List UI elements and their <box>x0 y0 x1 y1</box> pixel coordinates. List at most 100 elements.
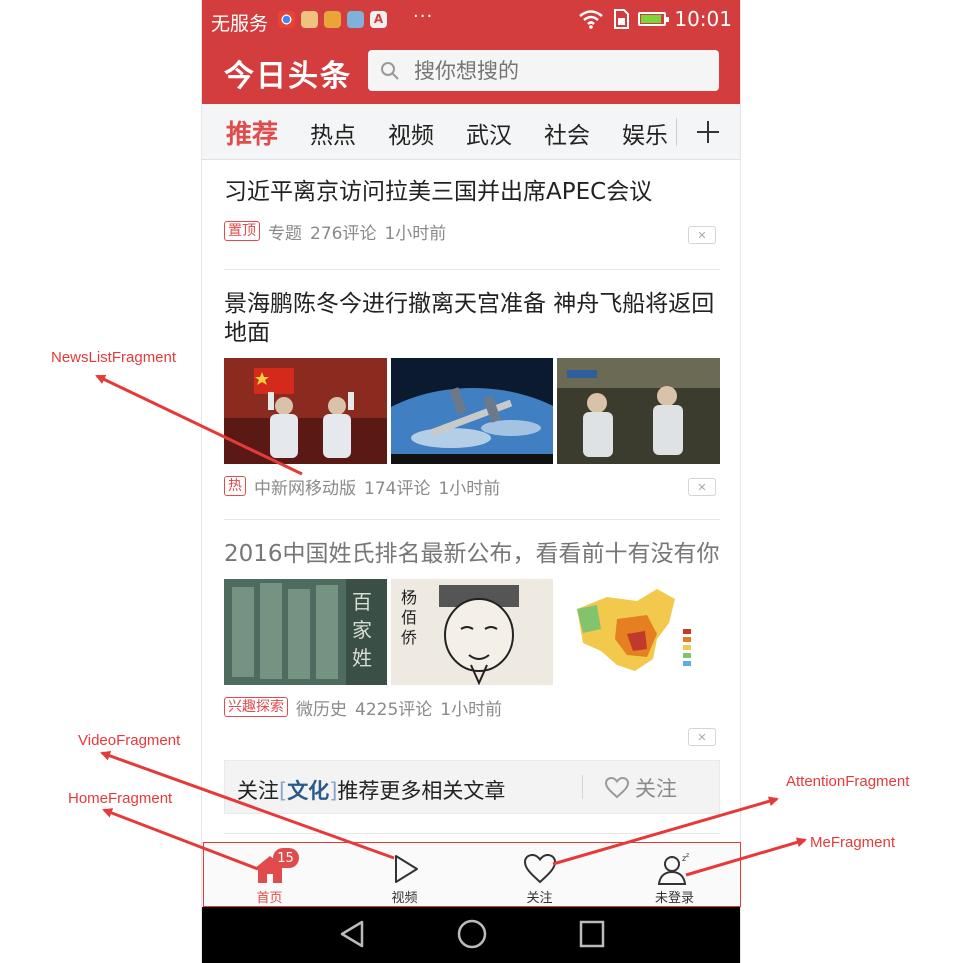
bottom-navigation: 15 首页 视频 关注 z z 未登录 <box>202 842 740 908</box>
heart-icon-wrap <box>523 852 556 885</box>
news-item[interactable]: 习近平离京访问拉美三国并出席APEC会议 置顶 专题 276评论 1小时前 ✕ <box>224 178 720 244</box>
china-surname-map-image <box>557 579 721 685</box>
interest-tag: 兴趣探索 <box>224 697 288 717</box>
recents-icon[interactable] <box>578 919 606 949</box>
dismiss-button[interactable]: ✕ <box>688 226 716 244</box>
news-comments: 4225评论 <box>355 699 433 720</box>
news-source: 微历史 <box>296 699 347 720</box>
more-notifications: ··· <box>413 6 434 27</box>
follow-button[interactable]: 关注 <box>605 773 677 803</box>
dismiss-button[interactable]: ✕ <box>688 728 716 746</box>
svg-text:侨: 侨 <box>401 628 417 647</box>
svg-text:杨: 杨 <box>401 588 417 607</box>
nav-me-label: 未登录 <box>654 891 694 906</box>
nav-home[interactable]: 15 首页 <box>202 843 337 908</box>
svg-text:姓: 姓 <box>352 646 372 670</box>
status-bar: 无服务 A ··· 10:01 <box>202 0 740 42</box>
phone-screen: 无服务 A ··· 10:01 今日头条 搜你想搜的 推荐 热点 视频 武汉 社… <box>201 0 741 963</box>
follow-topic-bar: 关注[文化]推荐更多相关文章 关注 <box>224 760 720 814</box>
status-right-group: 10:01 <box>578 7 732 31</box>
svg-text:z: z <box>686 853 689 859</box>
news-time: 1小时前 <box>438 478 501 499</box>
battery-icon <box>638 12 670 26</box>
svg-text:百: 百 <box>352 590 372 614</box>
me-fragment-label: MeFragment <box>810 834 896 851</box>
user-icon: z z <box>657 853 689 885</box>
add-tab-button[interactable] <box>688 112 728 152</box>
news-comments: 276评论 <box>310 223 377 244</box>
follow-suffix: 推荐更多相关文章 <box>337 779 506 803</box>
carrier-label: 无服务 <box>211 13 269 35</box>
news-meta: 热 中新网移动版 174评论 1小时前 <box>224 474 720 499</box>
game-app-icon <box>301 11 318 28</box>
app-header: 今日头条 <box>202 42 740 104</box>
battery-level <box>641 15 661 23</box>
home-badge: 15 <box>272 848 299 868</box>
play-icon-wrap <box>390 852 420 885</box>
search-icon <box>381 61 399 80</box>
tab-recommend[interactable]: 推荐 <box>226 114 278 151</box>
back-icon[interactable] <box>338 919 366 949</box>
photo-app-icon <box>324 11 341 28</box>
nav-video[interactable]: 视频 <box>337 843 472 908</box>
tab-video[interactable]: 视频 <box>388 116 434 150</box>
home-circle-icon[interactable] <box>457 919 487 949</box>
news-meta: 兴趣探索 微历史 4225评论 1小时前 <box>224 695 720 720</box>
wifi-icon <box>579 10 604 29</box>
news-source: 专题 <box>268 223 302 244</box>
svg-text:佰: 佰 <box>401 608 417 627</box>
chrome-app-icon <box>278 11 295 28</box>
search-box[interactable] <box>368 50 719 91</box>
nav-attention[interactable]: 关注 <box>472 843 607 908</box>
news-source: 中新网移动版 <box>254 478 356 499</box>
follow-label: 关注 <box>635 777 677 801</box>
topic-name[interactable]: 文化 <box>287 779 329 803</box>
yang-baiqiao-portrait-image: 杨 佰 侨 <box>390 579 554 685</box>
news-list-fragment-label: NewsListFragment <box>51 349 177 366</box>
home-icon-wrap: 15 <box>253 848 299 885</box>
news-title: 习近平离京访问拉美三国并出席APEC会议 <box>224 179 653 205</box>
attention-fragment-label: AttentionFragment <box>786 773 910 790</box>
system-navigation-bar <box>202 907 740 963</box>
follow-topic-text: 关注[文化]推荐更多相关文章 <box>237 775 505 805</box>
hot-tag: 热 <box>224 476 246 496</box>
divider <box>224 833 720 834</box>
tab-society[interactable]: 社会 <box>544 116 590 150</box>
news-list[interactable]: 习近平离京访问拉美三国并出席APEC会议 置顶 专题 276评论 1小时前 ✕ … <box>202 160 740 842</box>
dismiss-button[interactable]: ✕ <box>688 478 716 496</box>
tabs-fade-edge <box>664 104 690 159</box>
nav-attention-label: 关注 <box>526 891 553 906</box>
heart-icon <box>523 853 556 883</box>
divider <box>224 519 720 520</box>
news-item[interactable]: 2016中国姓氏排名最新公布，看看前十有没有你 百 家 姓 杨 佰 侨 兴趣探索… <box>224 540 721 746</box>
text-app-icon: A <box>370 11 387 28</box>
news-item[interactable]: 景海鹏陈冬今进行撤离天宫准备 神舟飞船将返回地面 热 中新网移动版 174评论 … <box>224 290 721 499</box>
news-comments: 174评论 <box>364 478 431 499</box>
play-icon <box>394 854 418 883</box>
divider <box>224 269 720 270</box>
search-input[interactable] <box>412 57 706 84</box>
follow-separator <box>582 775 583 799</box>
spacecraft-over-earth-image <box>390 358 554 464</box>
heart-icon <box>605 777 629 799</box>
tab-wuhan[interactable]: 武汉 <box>466 116 512 150</box>
news-title: 2016中国姓氏排名最新公布，看看前十有没有你 <box>224 541 720 567</box>
nav-me[interactable]: z z 未登录 <box>607 843 740 908</box>
news-time: 1小时前 <box>384 223 447 244</box>
home-fragment-label: HomeFragment <box>68 790 173 807</box>
tab-entertainment[interactable]: 娱乐 <box>622 116 668 150</box>
tab-hot[interactable]: 热点 <box>310 116 356 150</box>
news-images <box>224 358 721 464</box>
plus-icon <box>697 121 719 143</box>
astronauts-in-capsule-image <box>557 358 721 464</box>
close-icon: ✕ <box>697 480 707 494</box>
user-icon-wrap: z z <box>657 852 692 885</box>
news-title: 景海鹏陈冬今进行撤离天宫准备 神舟飞船将返回地面 <box>224 291 715 346</box>
notification-icons: A <box>278 11 387 28</box>
app-logo: 今日头条 <box>224 59 352 94</box>
bracket-open: [ <box>279 779 288 803</box>
video-fragment-label: VideoFragment <box>78 732 181 749</box>
surname-stone-wall-image: 百 家 姓 <box>224 579 387 685</box>
close-icon: ✕ <box>697 228 707 242</box>
tabs-separator <box>676 118 677 146</box>
